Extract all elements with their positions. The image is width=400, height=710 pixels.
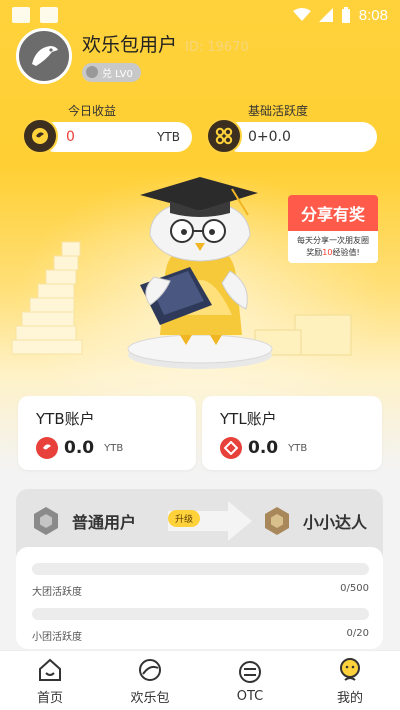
battery-icon — [341, 7, 350, 23]
status-bar: 8:08 — [0, 0, 400, 30]
earnings-field[interactable]: 0 YTB — [40, 122, 192, 152]
level-label: 兑 LV0 — [102, 68, 133, 80]
level-icon — [86, 66, 98, 79]
next-level-label: 小小达人 — [302, 513, 367, 532]
bottom-navigation: 首页 欢乐包 OTC 我的 — [0, 650, 400, 710]
user-id: ID: 19670 — [185, 39, 249, 55]
activity-grid-icon — [206, 118, 242, 154]
progress-value: 0/20 — [346, 628, 369, 639]
nav-otc[interactable]: OTC — [200, 651, 300, 710]
next-level-hex-icon — [264, 507, 289, 535]
ytl-coin-icon — [220, 437, 242, 459]
account-title: YTL账户 — [220, 410, 277, 428]
bag-icon — [139, 658, 161, 681]
user-name: 欢乐包用户 — [82, 33, 178, 56]
share-line2-b: 经验值! — [332, 248, 360, 257]
wifi-icon — [292, 8, 311, 21]
otc-icon — [239, 660, 261, 683]
current-level-hex-icon — [34, 507, 58, 535]
nav-label: 首页 — [36, 690, 63, 706]
nav-label: OTC — [236, 688, 264, 704]
bag-notification-icon — [40, 7, 58, 23]
current-level-label: 普通用户 — [72, 513, 137, 532]
nav-home[interactable]: 首页 — [0, 651, 100, 710]
account-unit: YTB — [104, 442, 124, 454]
staircase-illustration — [11, 241, 83, 355]
account-title: YTB账户 — [36, 410, 95, 428]
activity-value: 0+0.0 — [248, 129, 291, 145]
level-progress-panel: 普通用户 升级 小小达人 大团活跃度 0/500 小团活跃度 0/20 — [16, 489, 383, 649]
nav-mine[interactable]: 我的 — [300, 651, 400, 710]
share-title: 分享有奖 — [288, 195, 378, 231]
nav-label: 欢乐包 — [130, 690, 170, 706]
clock: 8:08 — [358, 6, 388, 24]
small-team-progress-bar — [32, 608, 369, 620]
account-unit: YTB — [288, 442, 308, 454]
home-icon — [39, 658, 61, 681]
account-balance: 0.0 — [64, 438, 95, 458]
ytb-account-card[interactable]: YTB账户 0.0 YTB — [18, 396, 196, 470]
share-line2-a: 奖励 — [306, 248, 323, 257]
bird-logo-icon — [32, 46, 58, 66]
nav-bag[interactable]: 欢乐包 — [100, 651, 200, 710]
progress-label: 小团活跃度 — [32, 632, 82, 643]
profile-header[interactable]: 欢乐包用户 ID: 19670 兑 LV0 — [16, 28, 249, 84]
earnings-label: 今日收益 — [68, 104, 117, 118]
activity-field[interactable]: 0+0.0 — [224, 122, 377, 152]
upgrade-tag: 升级 — [168, 510, 201, 527]
level-badge: 兑 LV0 — [82, 62, 141, 82]
progress-label: 大团活跃度 — [32, 587, 82, 598]
share-reward-number: 10 — [322, 248, 333, 257]
big-team-progress-bar — [32, 563, 369, 575]
share-reward-banner[interactable]: 分享有奖 每天分享一次朋友圈 奖励10经验值! — [288, 195, 378, 263]
progress-value: 0/500 — [340, 583, 369, 594]
progress-card: 大团活跃度 0/500 小团活跃度 0/20 — [16, 547, 383, 649]
share-description: 每天分享一次朋友圈 奖励10经验值! — [288, 231, 378, 263]
earnings-coin-icon — [22, 118, 58, 154]
signal-icon — [318, 8, 333, 22]
avatar[interactable] — [16, 28, 72, 84]
nav-label: 我的 — [336, 690, 363, 706]
profile-icon — [340, 657, 360, 681]
earnings-unit: YTB — [157, 130, 180, 144]
account-balance: 0.0 — [248, 438, 279, 458]
ytl-account-card[interactable]: YTL账户 0.0 YTB — [202, 396, 382, 470]
ytb-coin-icon — [36, 437, 58, 459]
activity-label: 基础活跃度 — [248, 104, 309, 118]
share-line1: 每天分享一次朋友圈 — [297, 236, 369, 245]
notification-icon — [12, 7, 30, 23]
